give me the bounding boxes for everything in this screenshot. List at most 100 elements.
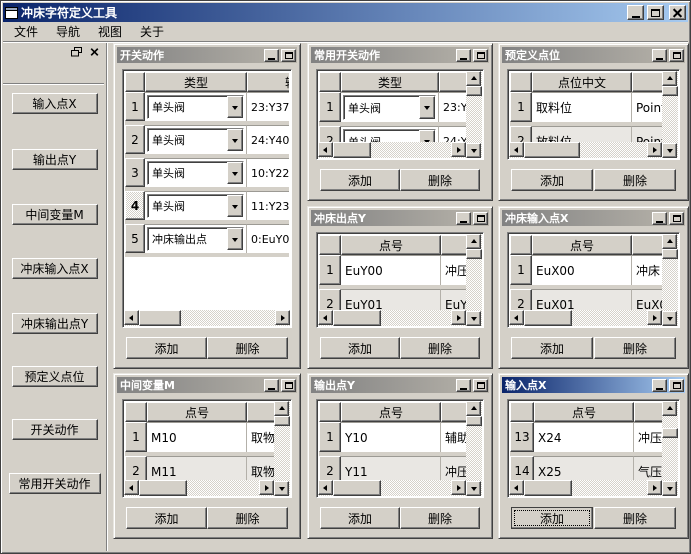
minimize-button[interactable]	[652, 212, 667, 225]
row-number-cell[interactable]: 3	[125, 158, 145, 187]
scrollbar-thumb[interactable]	[662, 249, 678, 259]
scroll-left-button[interactable]	[509, 310, 524, 325]
output-cell[interactable]: 10:Y22:夹	[247, 158, 289, 187]
type-combobox[interactable]: 单头阀	[147, 95, 244, 119]
point-cell[interactable]: EuX00	[532, 255, 632, 285]
column-header[interactable]: 点号	[341, 402, 441, 422]
maximize-button[interactable]	[281, 49, 296, 62]
main-titlebar[interactable]: 冲床字符定义工具	[3, 3, 688, 22]
scrollbar-track[interactable]	[466, 426, 482, 481]
minimize-button[interactable]	[264, 379, 279, 392]
minimize-button[interactable]	[456, 49, 471, 62]
vertical-scrollbar[interactable]	[466, 401, 482, 496]
add-button[interactable]: 添加	[126, 507, 207, 529]
float-panel-button[interactable]	[69, 46, 83, 59]
close-button[interactable]	[669, 5, 686, 20]
add-button[interactable]: 添加	[126, 337, 207, 359]
scrollbar-track[interactable]	[371, 142, 451, 158]
dropdown-button[interactable]	[227, 162, 243, 184]
sidebar-item-input-x[interactable]: 输入点X	[12, 93, 98, 114]
minimize-button[interactable]	[456, 212, 471, 225]
maximize-button[interactable]	[473, 379, 488, 392]
point-cell[interactable]: EuY00	[341, 255, 441, 285]
scroll-left-button[interactable]	[318, 142, 333, 157]
scroll-right-button[interactable]	[259, 480, 274, 495]
delete-button[interactable]: 删除	[207, 337, 288, 359]
horizontal-scrollbar[interactable]	[124, 480, 274, 496]
scrollbar-track[interactable]	[662, 438, 678, 481]
add-button[interactable]: 添加	[511, 337, 593, 359]
window-titlebar[interactable]: 预定义点位	[502, 47, 685, 63]
scroll-left-button[interactable]	[124, 480, 139, 495]
scrollbar-track[interactable]	[572, 310, 647, 326]
type-combobox[interactable]: 冲床输出点	[147, 227, 244, 251]
scrollbar-track[interactable]	[466, 96, 482, 143]
menu-view[interactable]: 视图	[93, 21, 127, 42]
add-button[interactable]: 添加	[320, 337, 400, 359]
row-number-cell[interactable]: 1	[319, 92, 341, 122]
horizontal-scrollbar[interactable]	[124, 310, 290, 326]
vertical-scrollbar[interactable]	[662, 234, 678, 326]
window-titlebar[interactable]: 输入点X	[502, 377, 685, 393]
horizontal-scrollbar[interactable]	[318, 142, 466, 158]
scroll-right-button[interactable]	[647, 142, 662, 157]
scroll-left-button[interactable]	[509, 142, 524, 157]
scroll-down-button[interactable]	[662, 311, 677, 326]
row-number-cell[interactable]: 2	[125, 125, 145, 154]
horizontal-scrollbar[interactable]	[318, 480, 466, 496]
scroll-down-button[interactable]	[466, 311, 481, 326]
menu-about[interactable]: 关于	[135, 21, 169, 42]
scrollbar-track[interactable]	[580, 142, 647, 158]
add-button[interactable]: 添加	[511, 169, 593, 191]
type-combobox[interactable]: 单头阀	[147, 128, 244, 152]
output-cell[interactable]: 23:Y37:手	[247, 92, 289, 121]
scrollbar-thumb[interactable]	[139, 310, 181, 326]
scrollbar-thumb[interactable]	[333, 480, 381, 496]
scroll-down-button[interactable]	[466, 481, 481, 496]
menu-file[interactable]: 文件	[9, 21, 43, 42]
scrollbar-track[interactable]	[181, 310, 275, 326]
output-cell[interactable]: 24:Y40:手	[247, 125, 289, 154]
sidebar-item-output-y[interactable]: 输出点Y	[12, 149, 98, 170]
scroll-left-button[interactable]	[124, 310, 139, 325]
delete-button[interactable]: 删除	[594, 169, 676, 191]
scrollbar-thumb[interactable]	[524, 142, 580, 158]
delete-button[interactable]: 删除	[207, 507, 288, 529]
window-titlebar[interactable]: 输出点Y	[311, 377, 489, 393]
column-header-type[interactable]: 类型	[145, 72, 247, 92]
maximize-button[interactable]	[473, 212, 488, 225]
horizontal-scrollbar[interactable]	[318, 310, 466, 326]
delete-button[interactable]: 删除	[400, 507, 480, 529]
window-titlebar[interactable]: 冲床出点Y	[311, 210, 489, 226]
column-header[interactable]: 点号	[147, 402, 247, 422]
scrollbar-thumb[interactable]	[333, 310, 381, 326]
scrollbar-track[interactable]	[274, 426, 290, 481]
column-header[interactable]: 点号	[532, 235, 632, 255]
scroll-left-button[interactable]	[509, 480, 524, 495]
scroll-down-button[interactable]	[662, 143, 677, 158]
scroll-up-button[interactable]	[466, 234, 481, 249]
scroll-up-button[interactable]	[662, 234, 677, 249]
scroll-up-button[interactable]	[662, 71, 677, 86]
scroll-right-button[interactable]	[647, 310, 662, 325]
maximize-button[interactable]	[669, 49, 684, 62]
scrollbar-thumb[interactable]	[524, 480, 572, 496]
scrollbar-thumb[interactable]	[524, 310, 572, 326]
row-number-cell[interactable]: 5	[125, 224, 145, 253]
scrollbar-thumb[interactable]	[333, 142, 371, 158]
window-titlebar[interactable]: 中间变量M	[117, 377, 297, 393]
close-panel-button[interactable]	[87, 46, 101, 59]
output-cell[interactable]: 11:Y23:顶	[247, 191, 289, 220]
delete-button[interactable]: 删除	[400, 169, 480, 191]
maximize-button[interactable]	[647, 5, 664, 20]
row-number-cell[interactable]: 1	[319, 255, 341, 285]
scroll-up-button[interactable]	[466, 71, 481, 86]
scroll-right-button[interactable]	[451, 480, 466, 495]
dropdown-button[interactable]	[227, 96, 243, 118]
row-number-cell[interactable]: 13	[510, 422, 534, 452]
minimize-button[interactable]	[652, 379, 667, 392]
add-button[interactable]: 添加	[511, 507, 593, 529]
minimize-button[interactable]	[456, 379, 471, 392]
column-header-type[interactable]: 类型	[341, 72, 439, 92]
add-button[interactable]: 添加	[320, 507, 400, 529]
